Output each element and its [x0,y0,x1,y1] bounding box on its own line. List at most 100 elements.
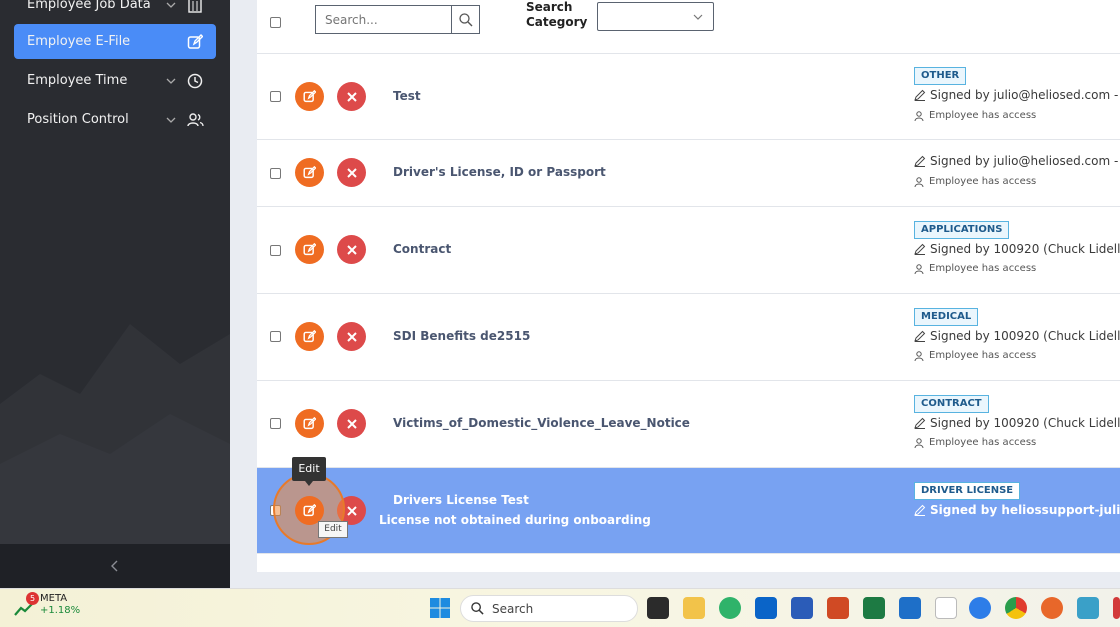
table-row: Contract APPLICATIONS Signed by 100920 (… [257,207,1120,294]
pencil-icon [914,504,926,516]
app-icon[interactable] [1077,597,1099,619]
sidebar-item-employee-job-data[interactable]: Employee Job Data [14,0,216,22]
sidebar-item-employee-time[interactable]: Employee Time [14,63,216,98]
task-view-icon[interactable] [647,597,669,619]
chevron-left-icon [111,560,118,572]
row-checkbox[interactable] [270,418,281,429]
signed-info: Signed by 100920 (Chuck Lidell) - Au [914,416,1120,430]
sidebar-item-employee-e-file[interactable]: Employee E-File [14,24,216,59]
access-info: Employee has access [914,263,1036,274]
signed-info: Signed by 100920 (Chuck Lidell) - Au [914,242,1120,256]
access-info: Employee has access [914,437,1036,448]
document-title-link[interactable]: Victims_of_Domestic_Violence_Leave_Notic… [393,416,690,430]
category-badge: MEDICAL [914,308,979,326]
access-info: Employee has access [914,110,1036,121]
row-checkbox[interactable] [270,168,281,179]
windows-start-icon[interactable] [429,597,451,619]
row-checkbox[interactable] [270,245,281,256]
search-category-select[interactable] [597,2,714,31]
edit-button[interactable] [295,158,324,187]
chevron-down-icon [166,2,176,8]
search-button[interactable] [451,5,480,34]
word-icon[interactable] [791,597,813,619]
person-icon [914,350,924,361]
close-icon [346,167,357,178]
signed-info: Signed by heliossupport-julio - Sep [914,503,1120,517]
document-title-link[interactable]: Driver's License, ID or Passport [393,165,606,179]
outlook-icon[interactable] [755,597,777,619]
close-icon [346,505,357,516]
pencil-icon [914,243,926,255]
file-explorer-icon[interactable] [683,597,705,619]
clock-icon [186,72,204,90]
person-icon [914,176,924,187]
signed-text: Signed by julio@heliosed.com - Aug [930,154,1120,168]
delete-button[interactable] [337,82,366,111]
signed-text: Signed by julio@heliosed.com - Aug [930,88,1120,102]
table-row: Driver's License, ID or Passport Signed … [257,140,1120,207]
access-text: Employee has access [929,437,1037,448]
edit-button[interactable] [295,409,324,438]
table-row-selected: Drivers License Test License not obtaine… [257,468,1120,554]
delete-button[interactable] [337,322,366,351]
edit-icon [186,33,204,51]
document-title-link[interactable]: Test [393,89,421,103]
taskbar-search-label: Search [492,601,534,616]
category-badge: DRIVER LICENSE [914,482,1021,500]
stock-name: META [40,593,68,604]
zoom-icon[interactable] [969,597,991,619]
signed-info: Signed by julio@heliosed.com - Aug [914,154,1120,168]
sidebar-collapse-button[interactable] [0,544,230,588]
edit-button[interactable] [295,322,324,351]
building-icon [186,0,204,14]
chevron-down-icon [166,78,176,84]
category-badge: APPLICATIONS [914,221,1010,239]
delete-button[interactable] [337,235,366,264]
close-icon [346,244,357,255]
access-text: Employee has access [929,176,1037,187]
stock-change: +1.18% [40,605,81,616]
signed-info: Signed by 100920 (Chuck Lidell) - Au [914,329,1120,343]
person-icon [914,263,924,274]
search-icon [458,12,472,26]
delete-button[interactable] [337,158,366,187]
stock-text: META +1.18% [40,593,80,617]
sidebar-item-label: Employee E-File [27,34,131,49]
sidebar-item-label: Employee Time [27,73,128,88]
chrome-icon[interactable] [1005,597,1027,619]
person-icon [914,110,924,121]
edit-icon [303,243,316,256]
search-input[interactable] [315,5,452,34]
excel-icon[interactable] [863,597,885,619]
close-icon [346,418,357,429]
taskbar-search[interactable]: Search [460,595,638,622]
access-text: Employee has access [929,110,1037,121]
row-checkbox[interactable] [270,331,281,342]
row-checkbox[interactable] [270,91,281,102]
firefox-icon[interactable] [1041,597,1063,619]
edit-button[interactable] [295,235,324,264]
edit-button[interactable] [295,82,324,111]
powerpoint-icon[interactable] [827,597,849,619]
edit-icon [303,504,316,517]
stock-widget[interactable]: 5 META +1.18% [14,592,80,617]
edit-tooltip: Edit [292,457,326,486]
document-title-link[interactable]: Contract [393,242,451,256]
edge-browser-icon[interactable] [719,597,741,619]
category-label-line1: Search [526,0,573,14]
app-icon[interactable] [899,597,921,619]
app-icon[interactable] [1113,597,1120,619]
sidebar-item-position-control[interactable]: Position Control [14,102,216,137]
access-info: Employee has access [914,176,1036,187]
document-title-link[interactable]: SDI Benefits de2515 [393,329,530,343]
notepad-icon[interactable] [935,597,957,619]
edit-hover-tip: Edit [318,521,348,538]
mountain-background [0,324,230,544]
chevron-down-icon [166,117,176,123]
delete-button[interactable] [337,409,366,438]
close-icon [346,331,357,342]
pencil-icon [914,417,926,429]
document-title-link[interactable]: Drivers License Test [393,493,529,507]
select-all-checkbox[interactable] [270,17,281,28]
windows-taskbar: 5 META +1.18% Search [0,588,1120,627]
